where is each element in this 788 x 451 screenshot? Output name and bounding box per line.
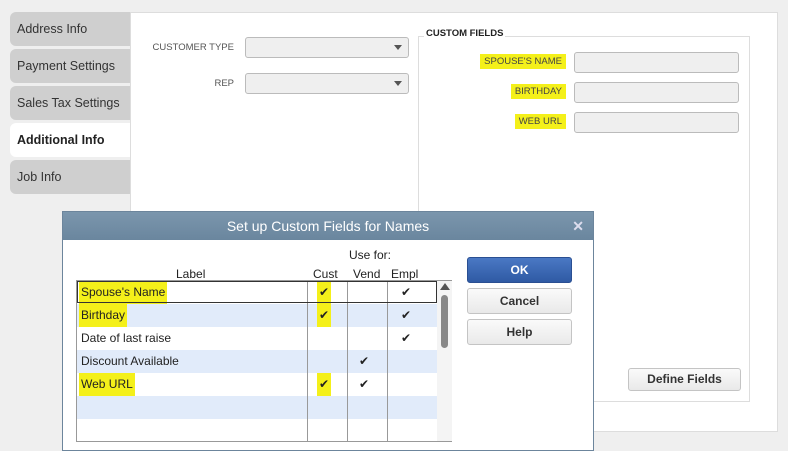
column-header-vend: Vend [353, 267, 381, 281]
cust-checkmark[interactable] [317, 396, 321, 419]
field-label[interactable]: Discount Available [79, 350, 181, 373]
scrollbar-thumb[interactable] [441, 295, 448, 348]
cust-checkmark[interactable] [317, 350, 321, 373]
tab-payment-settings[interactable]: Payment Settings [10, 49, 130, 83]
table-row[interactable]: Birthday ✔ ✔ [77, 304, 437, 327]
custom-field-label: WEB URL [514, 114, 566, 129]
table-row[interactable] [77, 419, 437, 442]
close-icon[interactable]: ✕ [572, 212, 584, 240]
tab-job-info[interactable]: Job Info [10, 160, 130, 194]
custom-fields-title: CUSTOM FIELDS [424, 28, 506, 39]
cust-checkmark[interactable]: ✔ [317, 304, 332, 327]
table-row[interactable]: Discount Available ✔ [77, 350, 437, 373]
cust-checkmark[interactable] [317, 419, 321, 442]
field-label[interactable] [79, 419, 83, 442]
ok-button[interactable]: OK [467, 257, 572, 283]
column-header-cust: Cust [313, 267, 338, 281]
custom-field-label: SPOUSE'S NAME [480, 54, 566, 69]
table-row[interactable] [77, 396, 437, 419]
vend-checkmark[interactable]: ✔ [359, 373, 369, 396]
empl-checkmark[interactable]: ✔ [401, 327, 411, 350]
custom-field-label: BIRTHDAY [510, 84, 566, 99]
column-header-empl: Empl [391, 267, 419, 281]
customer-type-select[interactable] [245, 37, 409, 58]
custom-field-input[interactable] [574, 52, 739, 73]
scroll-up-icon[interactable] [440, 283, 450, 290]
table-row[interactable]: Web URL ✔ ✔ [77, 373, 437, 396]
table-row[interactable]: Date of last raise ✔ [77, 327, 437, 350]
customer-type-label: CUSTOMER TYPE [152, 42, 234, 53]
help-button[interactable]: Help [467, 319, 572, 345]
cust-checkmark[interactable]: ✔ [317, 373, 332, 396]
field-label[interactable]: Birthday [79, 304, 128, 327]
scrollbar[interactable] [437, 281, 452, 441]
tab-additional-info[interactable]: Additional Info [10, 123, 130, 157]
column-header-label: Label [176, 267, 206, 281]
custom-field-input[interactable] [574, 112, 739, 133]
dialog-title: Set up Custom Fields for Names [226, 218, 430, 234]
rep-select[interactable] [245, 73, 409, 94]
custom-field-input[interactable] [574, 82, 739, 103]
cust-checkmark[interactable] [317, 327, 321, 350]
selected-row-outline [77, 281, 437, 303]
field-label[interactable]: Web URL [79, 373, 135, 396]
chevron-down-icon [394, 81, 402, 86]
dialog-title-bar: Set up Custom Fields for Names ✕ [63, 212, 593, 240]
vend-checkmark[interactable]: ✔ [359, 350, 369, 373]
chevron-down-icon [394, 45, 402, 50]
define-fields-button[interactable]: Define Fields [628, 368, 741, 391]
tab-address-info[interactable]: Address Info [10, 12, 130, 46]
use-for-label: Use for: [349, 248, 392, 262]
tab-sales-tax-settings[interactable]: Sales Tax Settings [10, 86, 130, 120]
rep-label: REP [214, 78, 234, 89]
cancel-button[interactable]: Cancel [467, 288, 572, 314]
field-label[interactable] [79, 396, 83, 419]
empl-checkmark[interactable]: ✔ [401, 304, 411, 327]
field-label[interactable]: Date of last raise [79, 327, 173, 350]
